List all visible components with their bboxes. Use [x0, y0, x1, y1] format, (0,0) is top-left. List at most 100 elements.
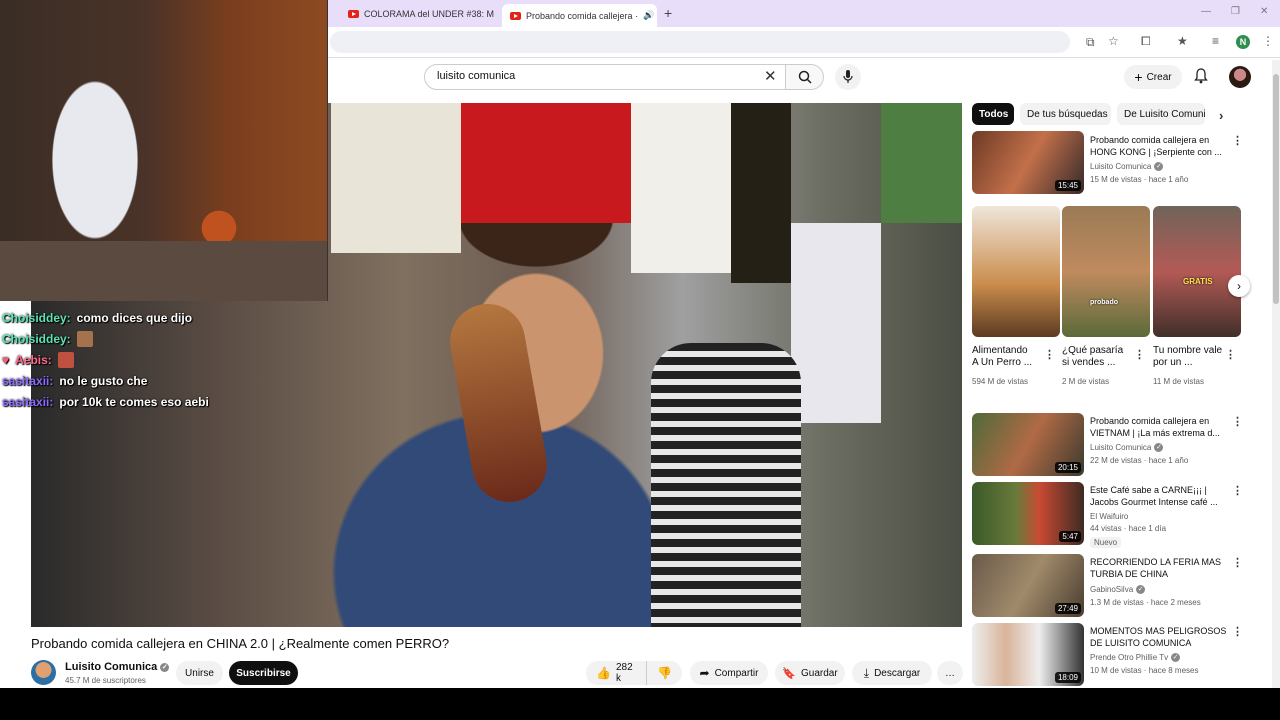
channel-name-text: GabinoSilva	[1090, 585, 1134, 594]
share-button[interactable]: ➦ Compartir	[690, 661, 768, 685]
subscribe-button[interactable]: Suscribirse	[229, 661, 298, 685]
video-meta: 15 M de vistas · hace 1 año	[1090, 175, 1189, 184]
clear-search-icon[interactable]: ✕	[764, 67, 777, 85]
tab-colorama[interactable]: COLORAMA del UNDER #38: M ✕	[340, 4, 500, 23]
more-actions-button[interactable]: …	[937, 661, 963, 685]
channel-name[interactable]: El Waifuiro	[1090, 512, 1128, 521]
more-icon: …	[945, 667, 955, 679]
window-close-button[interactable]: ✕	[1260, 6, 1268, 17]
video-thumbnail[interactable]: 15:45	[972, 131, 1084, 194]
maximize-button[interactable]: ❐	[1231, 6, 1240, 17]
save-button[interactable]: 🔖 Guardar	[775, 661, 845, 685]
omnibox[interactable]	[330, 31, 1070, 53]
video-thumbnail[interactable]: 20:15	[972, 413, 1084, 476]
chip-busquedas[interactable]: De tus búsquedas	[1020, 103, 1111, 125]
download-button[interactable]: ⤓ Descargar	[852, 661, 932, 685]
minimize-button[interactable]: —	[1201, 6, 1211, 17]
shop-sign	[731, 103, 791, 283]
menu-dots-icon[interactable]: ⋮	[1262, 34, 1274, 48]
video-meta: 1.3 M de vistas · hace 2 meses	[1090, 598, 1201, 607]
voice-search-button[interactable]	[835, 64, 861, 90]
video-meta: 22 M de vistas · hace 1 año	[1090, 456, 1189, 465]
download-label: Descargar	[874, 667, 921, 679]
kebab-menu-icon[interactable]: ⋮	[1232, 415, 1243, 428]
chip-label: De Luisito Comuni	[1124, 108, 1205, 120]
chip-luisito[interactable]: De Luisito Comuni	[1117, 103, 1205, 125]
like-button[interactable]: 👍 282 k	[586, 661, 646, 685]
channel-name-text: Luisito Comunica	[65, 661, 158, 673]
short-thumbnail[interactable]: GRATIS	[1153, 206, 1241, 337]
chip-todos[interactable]: Todos	[972, 103, 1014, 125]
extensions-icon[interactable]: ⧠	[1141, 34, 1151, 49]
tab-label: Probando comida callejera ·	[526, 10, 639, 21]
short-views: 11 M de vistas	[1153, 377, 1204, 386]
create-button[interactable]: + Crear	[1124, 65, 1182, 89]
short-title[interactable]: ¿Qué pasaría si vendes ...	[1062, 345, 1132, 369]
kebab-menu-icon[interactable]: ⋮	[1232, 134, 1243, 147]
kebab-menu-icon[interactable]: ⋮	[1232, 484, 1243, 497]
video-thumbnail[interactable]: 5:47	[972, 482, 1084, 545]
video-meta: 44 vistas · hace 1 día	[1090, 524, 1167, 533]
short-thumbnail[interactable]: probado	[1062, 206, 1150, 337]
notifications-button[interactable]	[1194, 68, 1208, 89]
kebab-menu-icon[interactable]: ⋮	[1225, 348, 1236, 361]
favorites-icon[interactable]: ★	[1177, 34, 1188, 48]
shorts-next-button[interactable]: ›	[1228, 275, 1250, 297]
channel-name[interactable]: Luisito Comunica ✓	[65, 661, 170, 673]
search-button[interactable]	[786, 64, 824, 90]
video-thumbnail[interactable]: 27:49	[972, 554, 1084, 617]
video-title[interactable]: RECORRIENDO LA FERIA MAS TURBIA DE CHINA	[1090, 556, 1228, 580]
youtube-icon	[510, 11, 521, 20]
channel-name[interactable]: Prende Otro Phillie Tv ✓	[1090, 653, 1181, 662]
shop-sign	[461, 103, 631, 223]
scrollbar-thumb[interactable]	[1273, 74, 1279, 304]
dislike-button[interactable]: 👎	[646, 661, 682, 685]
chevron-right-icon: ›	[1237, 279, 1241, 293]
video-title[interactable]: Este Café sabe a CARNE¡¡¡ | Jacobs Gourm…	[1090, 484, 1228, 508]
channel-avatar[interactable]	[31, 660, 56, 685]
kebab-menu-icon[interactable]: ⋮	[1232, 625, 1243, 638]
heart-icon: ♥	[2, 352, 10, 367]
bookmark-star-icon[interactable]: ☆	[1108, 34, 1119, 48]
duration-badge: 18:09	[1054, 672, 1081, 683]
verified-icon: ✓	[1171, 653, 1181, 662]
channel-name[interactable]: GabinoSilva ✓	[1090, 585, 1146, 594]
duration-badge: 20:15	[1054, 462, 1081, 473]
channel-name[interactable]: Luisito Comunica ✓	[1090, 162, 1164, 171]
kebab-menu-icon[interactable]: ⋮	[1134, 348, 1145, 361]
short-overlay-text: GRATIS	[1183, 277, 1213, 286]
search-input[interactable]: luisito comunica	[424, 64, 786, 90]
short-thumbnail[interactable]	[972, 206, 1060, 337]
browser-profile-avatar[interactable]: N	[1236, 35, 1250, 49]
shop-sign	[631, 103, 731, 273]
close-icon[interactable]: ✕	[499, 7, 500, 20]
video-thumbnail[interactable]: 18:09	[972, 623, 1084, 686]
new-badge: Nuevo	[1090, 537, 1122, 548]
share-icon: ➦	[699, 666, 710, 680]
user-avatar[interactable]	[1229, 66, 1251, 88]
tab-probando[interactable]: Probando comida callejera · 🔊 ✕	[502, 4, 657, 27]
taskbar	[0, 688, 1280, 720]
video-title[interactable]: Probando comida callejera en VIETNAM | ¡…	[1090, 415, 1228, 439]
page-scrollbar[interactable]	[1272, 60, 1280, 688]
chevron-right-icon[interactable]: ›	[1219, 108, 1223, 123]
chat-text: por 10k te comes eso aebi	[59, 394, 209, 409]
channel-name[interactable]: Luisito Comunica ✓	[1090, 443, 1164, 452]
video-title[interactable]: Probando comida callejera en HONG KONG |…	[1090, 134, 1228, 158]
chat-text: no le gusto che	[59, 373, 148, 388]
chat-message: Choisiddey:	[2, 328, 209, 349]
short-title[interactable]: Alimentando A Un Perro ...	[972, 345, 1034, 369]
join-button[interactable]: Unirse	[176, 661, 223, 685]
new-tab-button[interactable]: +	[664, 5, 672, 21]
video-meta: 10 M de vistas · hace 8 meses	[1090, 666, 1199, 675]
video-title[interactable]: MOMENTOS MAS PELIGROSOS DE LUISITO COMUN…	[1090, 625, 1228, 649]
short-overlay-text: probado	[1090, 299, 1118, 306]
microphone-icon	[843, 70, 853, 83]
kebab-menu-icon[interactable]: ⋮	[1232, 556, 1243, 569]
chat-user: Choisiddey:	[2, 310, 71, 325]
short-title[interactable]: Tu nombre vale por un ...	[1153, 345, 1223, 369]
playlist-icon[interactable]: ≡	[1212, 34, 1219, 48]
kebab-menu-icon[interactable]: ⋮	[1044, 348, 1055, 361]
speaker-icon[interactable]: 🔊	[643, 10, 654, 21]
install-icon[interactable]: ⧉	[1086, 35, 1095, 50]
